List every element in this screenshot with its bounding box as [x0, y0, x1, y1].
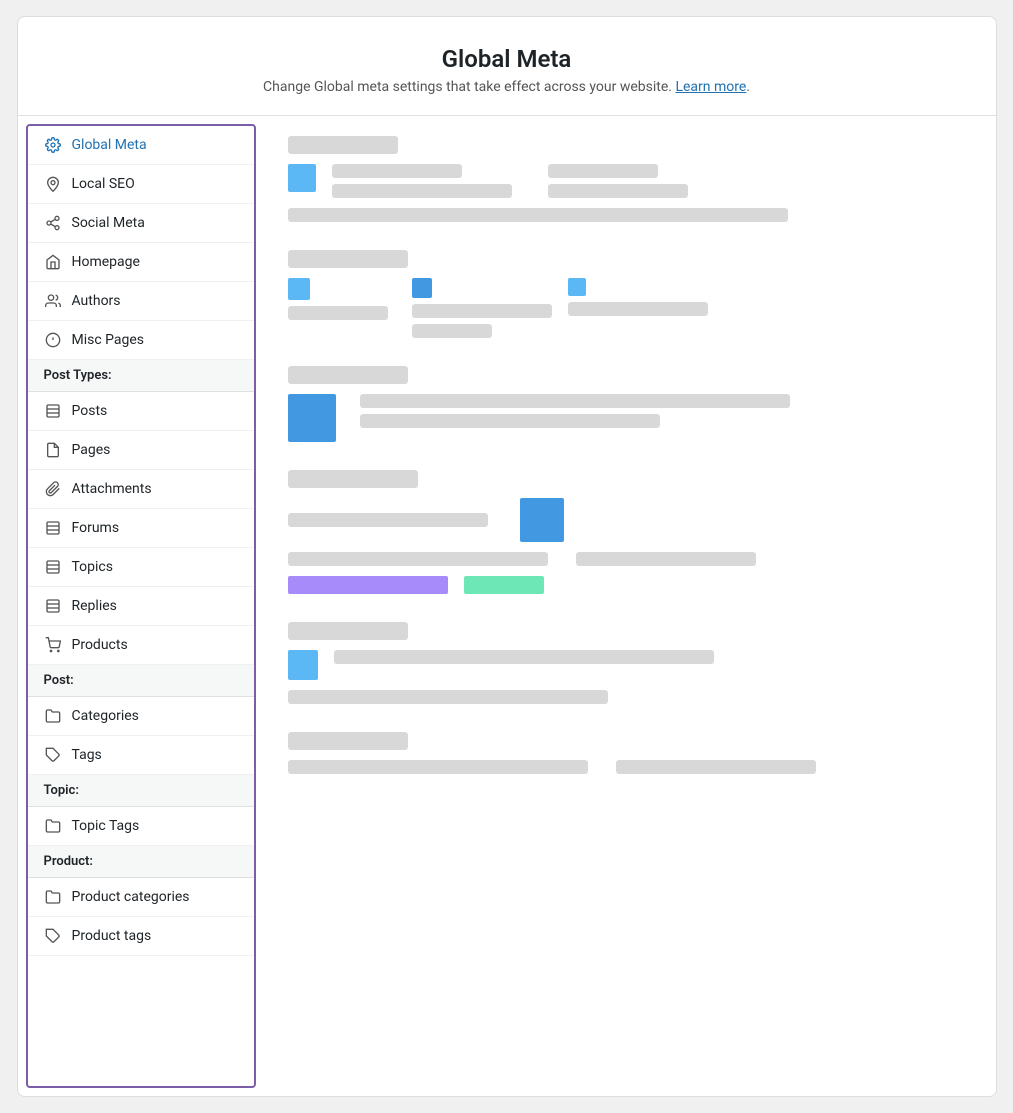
page-title: Global Meta — [38, 45, 976, 73]
sidebar-item-label: Replies — [72, 598, 117, 614]
topic-folder-icon — [44, 817, 62, 835]
sidebar-item-label: Products — [72, 637, 128, 653]
content-row-1 — [288, 136, 972, 222]
sidebar-item-label: Misc Pages — [72, 332, 145, 348]
sidebar-item-label: Forums — [72, 520, 120, 536]
sidebar-item-label: Topics — [72, 559, 113, 575]
main-container: Global Meta Change Global meta settings … — [17, 16, 997, 1097]
sidebar-item-misc-pages[interactable]: Misc Pages — [28, 321, 254, 360]
sidebar-item-label: Homepage — [72, 254, 140, 270]
sidebar-item-homepage[interactable]: Homepage — [28, 243, 254, 282]
document-icon — [44, 402, 62, 420]
gear-icon — [44, 136, 62, 154]
learn-more-link[interactable]: Learn more — [675, 79, 746, 95]
post-section-header: Post: — [28, 665, 254, 697]
sidebar-item-label: Global Meta — [72, 137, 147, 153]
content-row-2 — [288, 250, 972, 338]
attachment-icon — [44, 480, 62, 498]
sidebar-item-local-seo[interactable]: Local SEO — [28, 165, 254, 204]
sidebar-item-products[interactable]: Products — [28, 626, 254, 665]
main-content — [264, 116, 996, 1096]
sidebar-item-label: Local SEO — [72, 176, 135, 192]
sidebar-item-topics[interactable]: Topics — [28, 548, 254, 587]
product-folder-icon — [44, 888, 62, 906]
sidebar-item-pages[interactable]: Pages — [28, 431, 254, 470]
sidebar-item-topic-tags[interactable]: Topic Tags — [28, 807, 254, 846]
content-row-5 — [288, 622, 972, 704]
content-area: Global Meta Local SEO Social Meta — [18, 116, 996, 1096]
sidebar-item-global-meta[interactable]: Global Meta — [28, 126, 254, 165]
sidebar-item-forums[interactable]: Forums — [28, 509, 254, 548]
circle-icon — [44, 331, 62, 349]
sidebar-item-label: Pages — [72, 442, 111, 458]
sidebar-item-label: Social Meta — [72, 215, 145, 231]
sidebar-item-label: Product categories — [72, 889, 190, 905]
location-icon — [44, 175, 62, 193]
product-tag-icon — [44, 927, 62, 945]
forums-icon — [44, 519, 62, 537]
topic-section-header: Topic: — [28, 775, 254, 807]
folder-icon — [44, 707, 62, 725]
sidebar-item-label: Tags — [72, 747, 102, 763]
sidebar-item-tags[interactable]: Tags — [28, 736, 254, 775]
content-row-4 — [288, 470, 972, 594]
page-description: Change Global meta settings that take ef… — [38, 79, 976, 95]
tag-icon — [44, 746, 62, 764]
sidebar-item-label: Categories — [72, 708, 139, 724]
sidebar-item-product-categories[interactable]: Product categories — [28, 878, 254, 917]
cart-icon — [44, 636, 62, 654]
pages-icon — [44, 441, 62, 459]
sidebar-item-label: Product tags — [72, 928, 152, 944]
sidebar-item-product-tags[interactable]: Product tags — [28, 917, 254, 956]
home-icon — [44, 253, 62, 271]
sidebar-item-attachments[interactable]: Attachments — [28, 470, 254, 509]
users-icon — [44, 292, 62, 310]
sidebar-item-replies[interactable]: Replies — [28, 587, 254, 626]
sidebar-item-posts[interactable]: Posts — [28, 392, 254, 431]
sidebar-item-label: Attachments — [72, 481, 152, 497]
product-section-header: Product: — [28, 846, 254, 878]
sidebar-item-authors[interactable]: Authors — [28, 282, 254, 321]
sidebar-item-label: Topic Tags — [72, 818, 140, 834]
share-icon — [44, 214, 62, 232]
sidebar-item-categories[interactable]: Categories — [28, 697, 254, 736]
content-row-3 — [288, 366, 972, 442]
sidebar-item-label: Authors — [72, 293, 121, 309]
topics-icon — [44, 558, 62, 576]
sidebar-item-social-meta[interactable]: Social Meta — [28, 204, 254, 243]
replies-icon — [44, 597, 62, 615]
page-header: Global Meta Change Global meta settings … — [18, 17, 996, 116]
sidebar-item-label: Posts — [72, 403, 108, 419]
sidebar: Global Meta Local SEO Social Meta — [26, 124, 256, 1088]
post-types-section-header: Post Types: — [28, 360, 254, 392]
content-row-6 — [288, 732, 972, 774]
